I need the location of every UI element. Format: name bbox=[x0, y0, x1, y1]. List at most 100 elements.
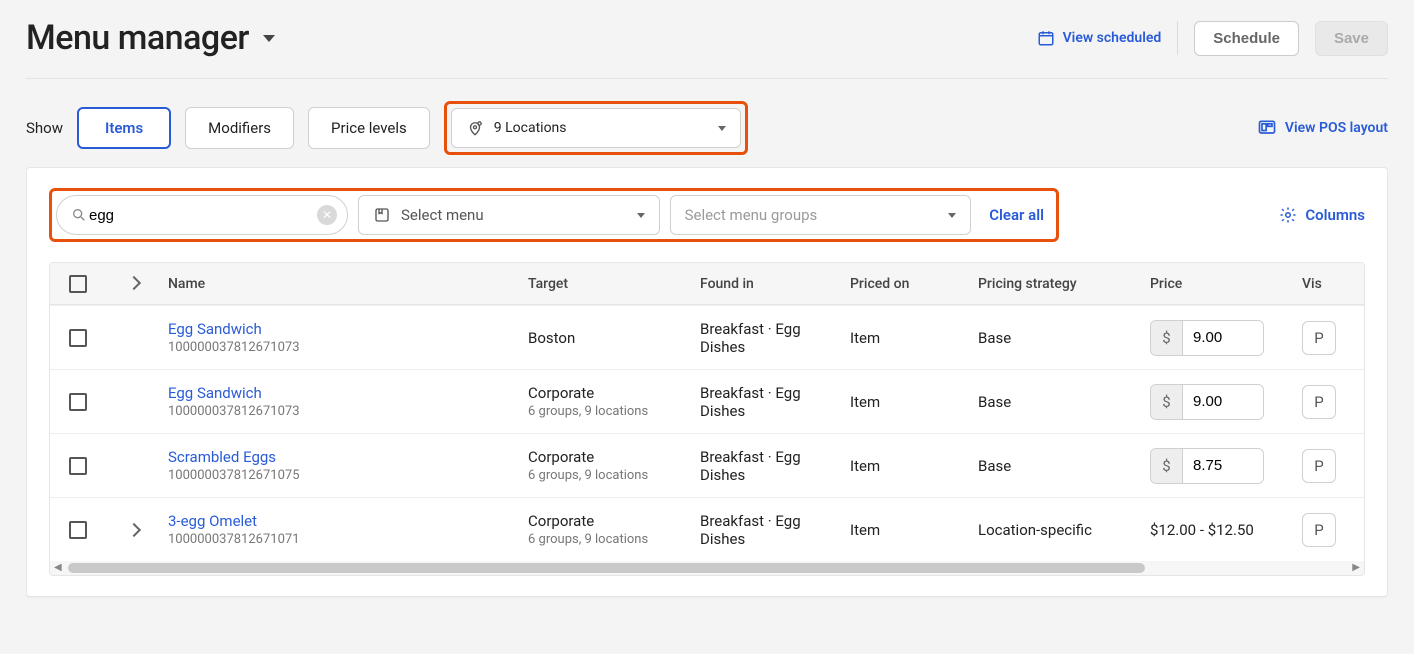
pricing-strategy-value: Base bbox=[972, 457, 1144, 475]
results-panel: ✕ Select menu Select menu groups Clear a… bbox=[26, 167, 1388, 597]
col-name[interactable]: Name bbox=[162, 276, 522, 292]
target-value: Corporate bbox=[528, 384, 688, 402]
row-checkbox[interactable] bbox=[69, 329, 87, 347]
table-header: Name Target Found in Priced on Pricing s… bbox=[50, 263, 1364, 305]
col-price[interactable]: Price bbox=[1144, 276, 1296, 292]
target-value: Corporate bbox=[528, 512, 688, 530]
table-row: Scrambled Eggs 100000037812671075 Corporat… bbox=[50, 433, 1364, 497]
item-name-link[interactable]: 3-egg Omelet bbox=[168, 512, 516, 530]
item-name-link[interactable]: Egg Sandwich bbox=[168, 384, 516, 402]
view-scheduled-link[interactable]: View scheduled bbox=[1037, 29, 1162, 47]
item-id: 100000037812671071 bbox=[168, 532, 516, 547]
scrollbar-thumb[interactable] bbox=[68, 563, 1145, 573]
filter-bar: Show Items Modifiers Price levels 9 Loca… bbox=[26, 79, 1388, 167]
currency-symbol: $ bbox=[1151, 385, 1183, 419]
col-priced-on[interactable]: Priced on bbox=[844, 276, 972, 292]
visibility-box[interactable]: P bbox=[1302, 321, 1336, 355]
pricing-strategy-value: Base bbox=[972, 329, 1144, 347]
item-id: 100000037812671075 bbox=[168, 468, 516, 483]
tab-modifiers[interactable]: Modifiers bbox=[185, 107, 294, 149]
found-in-value: Breakfast · Egg Dishes bbox=[694, 384, 844, 420]
item-id: 100000037812671073 bbox=[168, 404, 516, 419]
results-table: Name Target Found in Priced on Pricing s… bbox=[49, 262, 1365, 576]
found-in-value: Breakfast · Egg Dishes bbox=[694, 320, 844, 356]
select-menu-groups-dropdown[interactable]: Select menu groups bbox=[670, 195, 972, 235]
horizontal-scrollbar[interactable]: ◀ ▶ bbox=[50, 561, 1364, 575]
scroll-right-icon[interactable]: ▶ bbox=[1352, 562, 1360, 573]
layout-icon bbox=[1257, 118, 1277, 138]
tab-price-levels[interactable]: Price levels bbox=[308, 107, 430, 149]
found-in-value: Breakfast · Egg Dishes bbox=[694, 448, 844, 484]
save-button: Save bbox=[1315, 21, 1388, 56]
row-checkbox[interactable] bbox=[69, 457, 87, 475]
visibility-box[interactable]: P bbox=[1302, 385, 1336, 419]
select-menu-label: Select menu bbox=[401, 206, 484, 224]
table-row: Egg Sandwich 100000037812671073 Boston Brea… bbox=[50, 305, 1364, 369]
visibility-box[interactable]: P bbox=[1302, 513, 1336, 547]
search-input[interactable] bbox=[87, 206, 317, 225]
price-input[interactable]: $ bbox=[1150, 384, 1264, 420]
select-menu-dropdown[interactable]: Select menu bbox=[358, 195, 660, 235]
visibility-box[interactable]: P bbox=[1302, 449, 1336, 483]
item-id: 100000037812671073 bbox=[168, 340, 516, 355]
tab-items[interactable]: Items bbox=[77, 107, 171, 149]
page-title: Menu manager bbox=[26, 18, 249, 58]
page-header: Menu manager View scheduled Schedule Sav… bbox=[26, 18, 1388, 79]
priced-on-value: Item bbox=[844, 329, 972, 347]
expand-row-icon[interactable] bbox=[129, 521, 139, 539]
calendar-icon bbox=[1037, 29, 1055, 47]
currency-symbol: $ bbox=[1151, 321, 1183, 355]
show-label: Show bbox=[26, 119, 63, 137]
chevron-down-icon bbox=[948, 213, 956, 218]
select-groups-placeholder: Select menu groups bbox=[685, 206, 818, 224]
chevron-down-icon bbox=[718, 126, 726, 131]
price-field[interactable] bbox=[1183, 385, 1263, 419]
view-pos-layout-link[interactable]: View POS layout bbox=[1257, 118, 1388, 138]
target-value: Corporate bbox=[528, 448, 688, 466]
priced-on-value: Item bbox=[844, 457, 972, 475]
columns-label: Columns bbox=[1305, 206, 1365, 224]
schedule-button[interactable]: Schedule bbox=[1194, 21, 1299, 56]
col-found-in[interactable]: Found in bbox=[694, 276, 844, 292]
search-box[interactable]: ✕ bbox=[56, 195, 348, 235]
clear-all-link[interactable]: Clear all bbox=[981, 206, 1052, 224]
item-name-link[interactable]: Scrambled Eggs bbox=[168, 448, 516, 466]
scroll-left-icon[interactable]: ◀ bbox=[54, 562, 62, 573]
view-pos-label: View POS layout bbox=[1285, 120, 1388, 136]
target-sub: 6 groups, 9 locations bbox=[528, 468, 688, 483]
found-in-value: Breakfast · Egg Dishes bbox=[694, 512, 844, 548]
menu-book-icon bbox=[373, 206, 391, 224]
locations-dropdown[interactable]: 9 Locations bbox=[451, 108, 741, 148]
gear-icon bbox=[1279, 206, 1297, 224]
price-field[interactable] bbox=[1183, 449, 1263, 483]
target-sub: 6 groups, 9 locations bbox=[528, 404, 688, 419]
clear-search-icon[interactable]: ✕ bbox=[317, 205, 337, 225]
priced-on-value: Item bbox=[844, 393, 972, 411]
table-row: 3-egg Omelet 100000037812671071 Corporate 6… bbox=[50, 497, 1364, 561]
columns-button[interactable]: Columns bbox=[1279, 206, 1365, 224]
pricing-strategy-value: Base bbox=[972, 393, 1144, 411]
search-icon bbox=[71, 207, 87, 223]
search-controls-highlight: ✕ Select menu Select menu groups Clear a… bbox=[49, 188, 1059, 242]
location-pin-icon bbox=[466, 119, 484, 137]
price-field[interactable] bbox=[1183, 321, 1263, 355]
locations-label: 9 Locations bbox=[494, 120, 567, 136]
select-all-checkbox[interactable] bbox=[69, 275, 87, 293]
row-checkbox[interactable] bbox=[69, 521, 87, 539]
expand-all-icon[interactable] bbox=[129, 276, 139, 292]
row-checkbox[interactable] bbox=[69, 393, 87, 411]
price-input[interactable]: $ bbox=[1150, 448, 1264, 484]
view-scheduled-label: View scheduled bbox=[1063, 30, 1162, 46]
col-visibility[interactable]: Vis bbox=[1296, 276, 1356, 292]
col-pricing-strategy[interactable]: Pricing strategy bbox=[972, 276, 1144, 292]
col-target[interactable]: Target bbox=[522, 276, 694, 292]
chevron-down-icon bbox=[637, 213, 645, 218]
title-dropdown-icon[interactable] bbox=[263, 35, 275, 42]
target-value: Boston bbox=[528, 329, 688, 347]
item-name-link[interactable]: Egg Sandwich bbox=[168, 320, 516, 338]
price-input[interactable]: $ bbox=[1150, 320, 1264, 356]
target-sub: 6 groups, 9 locations bbox=[528, 532, 688, 547]
priced-on-value: Item bbox=[844, 521, 972, 539]
table-row: Egg Sandwich 100000037812671073 Corporate 6… bbox=[50, 369, 1364, 433]
locations-highlight: 9 Locations bbox=[444, 101, 748, 155]
